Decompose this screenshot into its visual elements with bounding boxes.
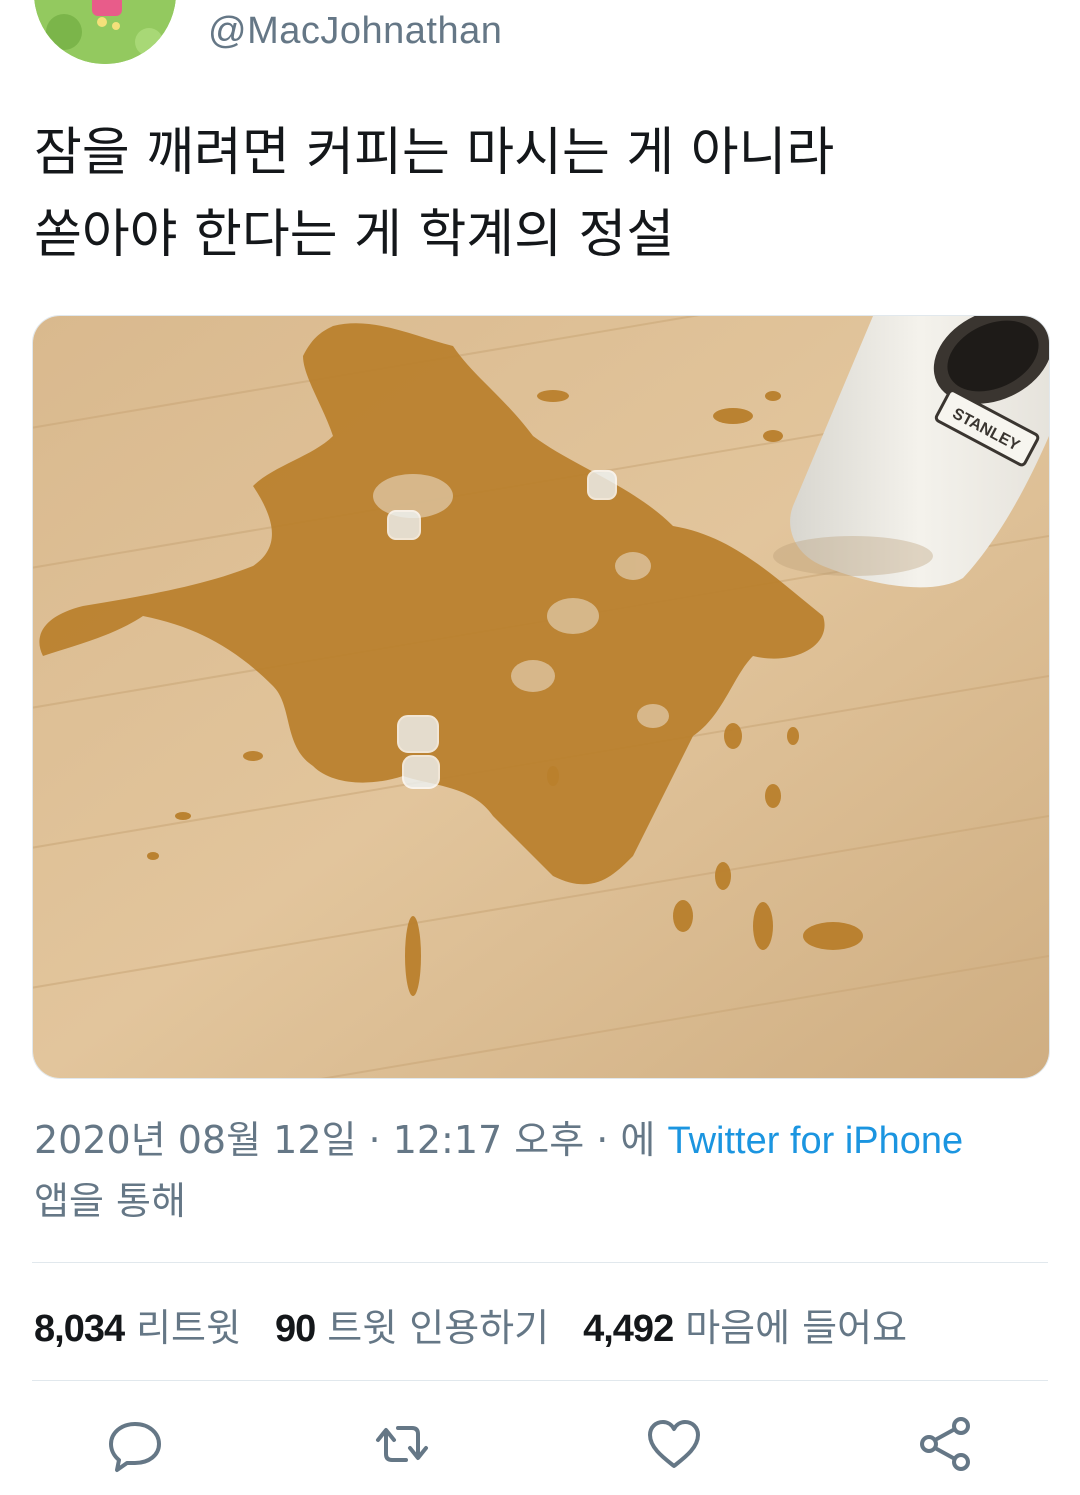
tweet-source-link[interactable]: Twitter for iPhone xyxy=(667,1120,963,1162)
retweets-stat[interactable]: 8,034 리트윗 xyxy=(34,1297,241,1352)
retweets-count: 8,034 xyxy=(34,1307,125,1350)
avatar[interactable] xyxy=(34,0,176,64)
quotes-stat[interactable]: 90 트윗 인용하기 xyxy=(275,1297,549,1352)
tweet-meta: 2020년 08월 12일 · 12:17 오후 · 에 Twitter for… xyxy=(34,1110,1044,1231)
spilled-coffee-photo: STANLEY xyxy=(33,316,1049,1078)
user-handle[interactable]: @MacJohnathan xyxy=(208,10,502,53)
likes-stat[interactable]: 4,492 마음에 들어요 xyxy=(583,1297,907,1352)
tweet-source-suffix: 앱을 통해 xyxy=(34,1179,186,1223)
quotes-count: 90 xyxy=(274,1307,316,1350)
quotes-label: 트윗 인용하기 xyxy=(327,1305,550,1350)
tweet-text: 잠을 깨려면 커피는 마시는 게 아니라 쏟아야 한다는 게 학계의 정설 xyxy=(34,123,835,265)
tweet-header: @MacJohnathan xyxy=(0,0,1080,90)
reply-button[interactable] xyxy=(105,1414,165,1474)
retweets-label: 리트윗 xyxy=(136,1305,241,1350)
reply-icon xyxy=(109,1422,161,1472)
retweet-icon xyxy=(376,1426,428,1462)
like-button[interactable] xyxy=(644,1414,704,1474)
tweet-photo[interactable]: STANLEY xyxy=(32,315,1050,1079)
likes-count: 4,492 xyxy=(583,1307,674,1350)
share-button[interactable] xyxy=(915,1414,975,1474)
likes-label: 마음에 들어요 xyxy=(685,1305,908,1350)
tweet-stats: 8,034 리트윗 90 트윗 인용하기 4,492 마음에 들어요 xyxy=(34,1292,1044,1356)
avatar-image xyxy=(34,0,176,64)
retweet-button[interactable] xyxy=(372,1414,432,1474)
divider xyxy=(32,1380,1048,1381)
tweet-actions xyxy=(0,1400,1080,1490)
tweet-timestamp[interactable]: 2020년 08월 12일 · 12:17 오후 · 에 xyxy=(34,1118,667,1162)
share-icon xyxy=(920,1417,970,1471)
divider xyxy=(32,1262,1048,1263)
heart-icon xyxy=(648,1420,700,1468)
